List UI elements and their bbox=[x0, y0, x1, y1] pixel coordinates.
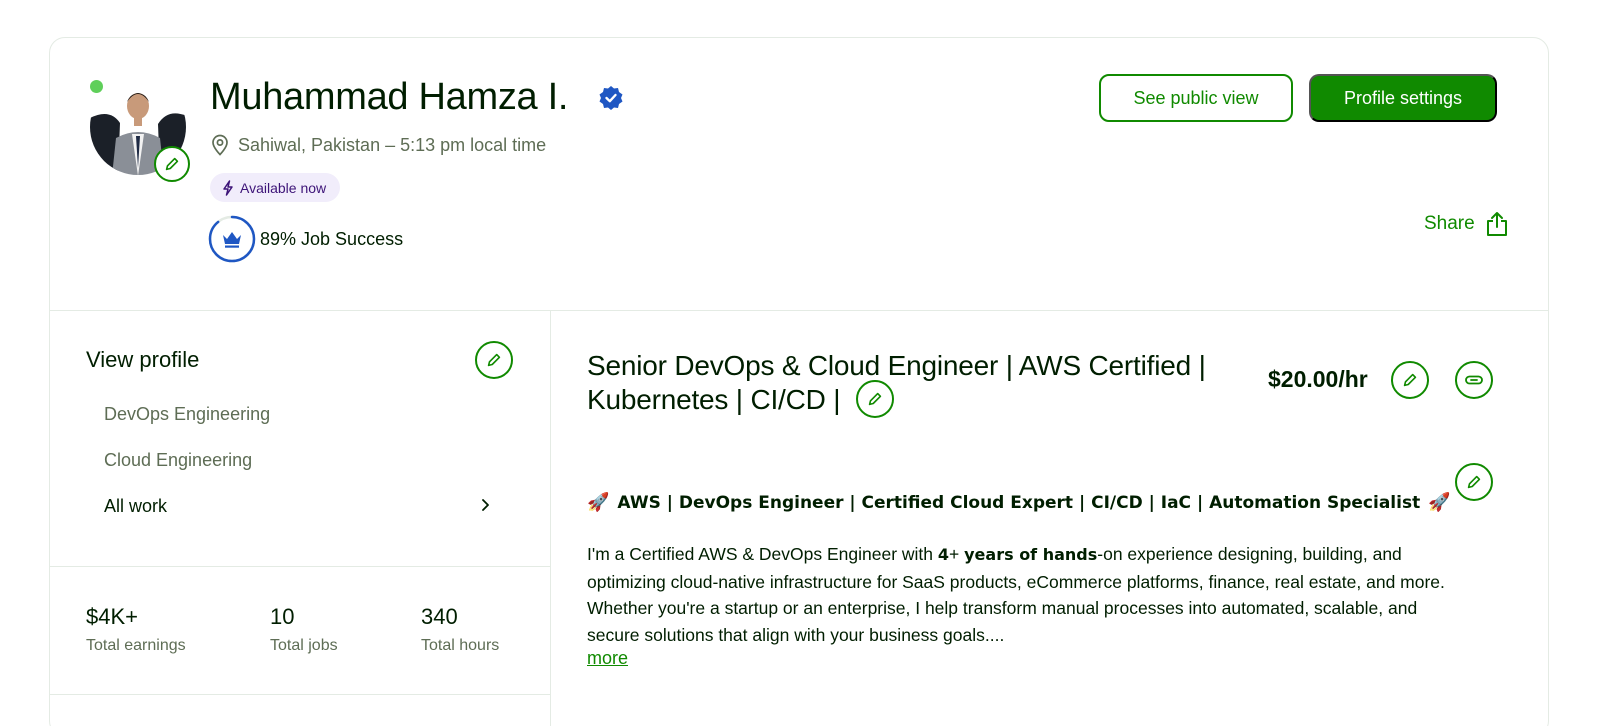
profile-name: Muhammad Hamza I. bbox=[210, 76, 569, 118]
online-status-dot bbox=[90, 80, 103, 93]
profile-title-line-2: Kubernetes | CI/CD | bbox=[587, 384, 841, 415]
sidebar-item-cloud-engineering[interactable]: Cloud Engineering bbox=[104, 450, 252, 471]
see-public-view-button[interactable]: See public view bbox=[1099, 74, 1293, 122]
stats-divider bbox=[50, 694, 550, 695]
overview-part: + bbox=[949, 544, 965, 564]
sidebar-item-devops-engineering[interactable]: DevOps Engineering bbox=[104, 404, 270, 425]
edit-specialized-profiles-button[interactable] bbox=[475, 341, 513, 379]
job-success-ring-icon bbox=[208, 215, 256, 263]
stat-total-hours-label: Total hours bbox=[421, 637, 500, 654]
stat-total-jobs-value: 10 bbox=[270, 604, 295, 629]
edit-overview-button[interactable] bbox=[1455, 463, 1493, 501]
overview-part: I'm a Certified AWS & DevOps Engineer wi… bbox=[587, 544, 938, 564]
stat-total-hours-value: 340 bbox=[421, 604, 458, 629]
overview-text: I'm a Certified AWS & DevOps Engineer wi… bbox=[587, 541, 1467, 648]
hourly-rate: $20.00/hr bbox=[1268, 366, 1368, 392]
job-success-text: 89% Job Success bbox=[260, 228, 404, 249]
share-button[interactable]: Share bbox=[1424, 211, 1509, 237]
share-icon bbox=[1486, 212, 1507, 236]
column-divider bbox=[550, 310, 551, 726]
rocket-icon: 🚀 bbox=[1428, 492, 1451, 513]
lightning-icon bbox=[223, 179, 233, 196]
sidebar-item-all-work[interactable]: All work bbox=[104, 496, 167, 517]
availability-badge[interactable]: Available now bbox=[210, 173, 341, 202]
profile-title: Senior DevOps & Cloud Engineer | AWS Cer… bbox=[587, 349, 1227, 417]
profile-title-line-1: Senior DevOps & Cloud Engineer | AWS Cer… bbox=[587, 350, 1206, 381]
view-profile-heading: View profile bbox=[86, 347, 200, 372]
edit-title-button[interactable] bbox=[856, 380, 894, 418]
header-divider bbox=[50, 310, 1548, 311]
location-text: Sahiwal, Pakistan – 5:13 pm local time bbox=[238, 134, 547, 155]
pencil-icon bbox=[868, 392, 882, 406]
pencil-icon bbox=[1403, 373, 1417, 387]
stat-total-jobs-label: Total jobs bbox=[270, 637, 338, 654]
stat-total-earnings-label: Total earnings bbox=[86, 637, 186, 654]
overview-headline: 🚀 AWS | DevOps Engineer | Certified Clou… bbox=[587, 492, 1451, 513]
pencil-icon bbox=[165, 157, 179, 171]
job-success-score[interactable]: 89% Job Success bbox=[208, 215, 403, 263]
more-link[interactable]: more bbox=[587, 648, 628, 669]
overview-bold: 4 bbox=[937, 545, 950, 564]
headline-text: AWS | DevOps Engineer | Certified Cloud … bbox=[617, 492, 1421, 513]
profile-card: Muhammad Hamza I. Sahiwal, Pakistan – 5:… bbox=[49, 37, 1549, 726]
pencil-icon bbox=[1467, 475, 1481, 489]
copy-link-button[interactable] bbox=[1455, 361, 1493, 399]
stat-total-earnings-value: $4K+ bbox=[86, 604, 138, 629]
pencil-icon bbox=[487, 353, 501, 367]
location-line: Sahiwal, Pakistan – 5:13 pm local time bbox=[210, 134, 546, 156]
profile-settings-button[interactable]: Profile settings bbox=[1309, 74, 1497, 122]
rocket-icon: 🚀 bbox=[587, 492, 610, 513]
overview-bold: years of hands bbox=[964, 545, 1098, 564]
verified-badge-icon bbox=[599, 86, 623, 110]
edit-photo-button[interactable] bbox=[154, 146, 190, 182]
share-label: Share bbox=[1424, 213, 1475, 234]
edit-rate-button[interactable] bbox=[1391, 361, 1429, 399]
chevron-right-icon bbox=[482, 499, 489, 511]
location-pin-icon bbox=[212, 134, 228, 156]
link-icon bbox=[1465, 375, 1483, 385]
availability-text: Available now bbox=[240, 179, 327, 196]
sidebar-divider bbox=[50, 566, 550, 567]
